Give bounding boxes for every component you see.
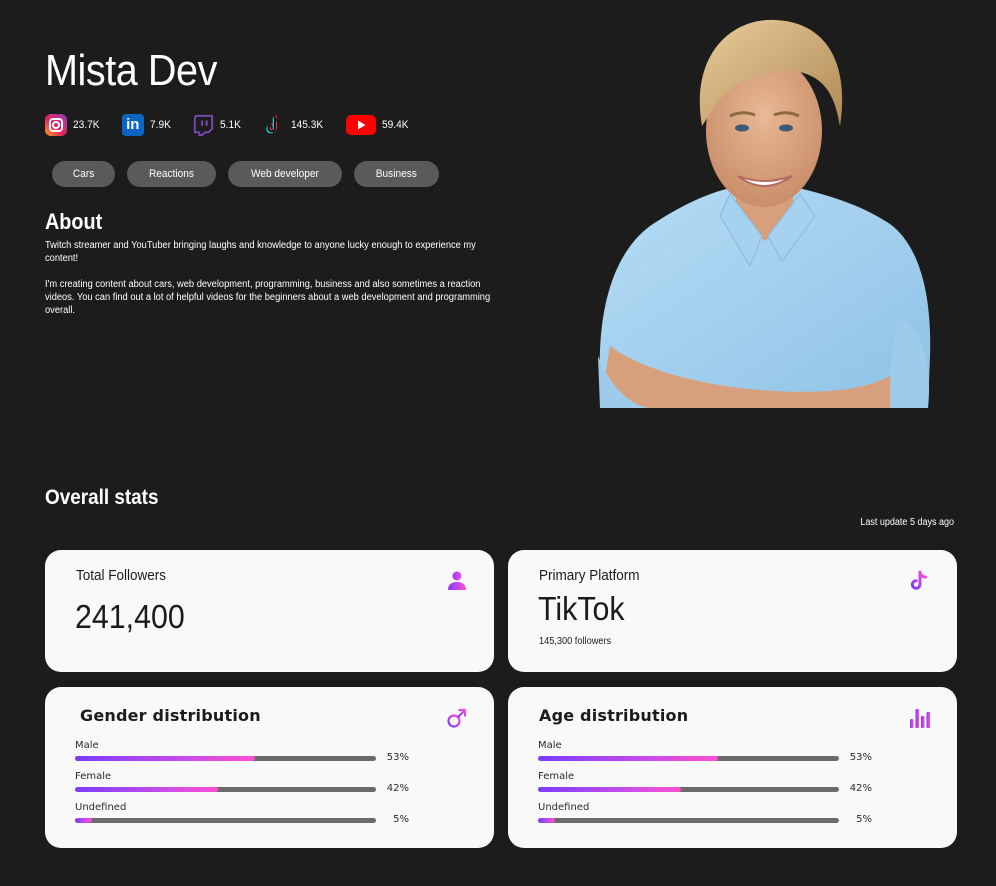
progress-track <box>538 818 839 823</box>
total-followers-value: 241,400 <box>75 598 185 635</box>
gender-rows: Male 53% Female 42% Undefined 5% <box>75 740 415 833</box>
last-update-text: Last update 5 days ago <box>860 517 954 528</box>
about-heading: About <box>45 209 103 234</box>
row-label: Female <box>538 771 575 782</box>
progress-fill <box>75 756 256 761</box>
row-label: Male <box>75 740 99 751</box>
tag-reactions[interactable]: Reactions <box>127 161 217 187</box>
card-title: Gender distribution <box>80 706 261 725</box>
tag-label: Web developer <box>251 168 320 180</box>
progress-track <box>538 756 839 761</box>
progress-track <box>75 756 376 761</box>
youtube-icon <box>345 114 376 136</box>
row-label: Male <box>538 740 562 751</box>
social-twitch[interactable]: 5.1K <box>192 114 243 136</box>
progress-fill <box>75 818 92 823</box>
progress-fill <box>538 818 555 823</box>
row-label: Undefined <box>75 802 127 813</box>
social-count: 145.3K <box>291 119 324 131</box>
progress-fill <box>75 787 218 792</box>
linkedin-icon: in <box>121 114 144 136</box>
row-percent: 53% <box>849 752 872 763</box>
distribution-row: Male 53% <box>538 740 878 771</box>
bar-chart-icon <box>909 707 931 729</box>
tag-label: Cars <box>72 168 95 180</box>
row-percent: 53% <box>386 752 409 763</box>
tag-label: Reactions <box>149 168 195 180</box>
social-count: 23.7K <box>73 119 100 131</box>
age-rows: Male 53% Female 42% Undefined 5% <box>538 740 878 833</box>
row-percent: 5% <box>393 814 409 825</box>
social-stats: 23.7K in 7.9K 5.1K 145.3K 59.4K <box>45 114 431 136</box>
card-label: Primary Platform <box>539 567 640 584</box>
tag-list: Cars Reactions Web developer Business <box>52 161 451 187</box>
tag-web-developer[interactable]: Web developer <box>228 161 342 187</box>
tag-cars[interactable]: Cars <box>52 161 116 187</box>
twitch-icon <box>192 114 214 136</box>
tiktok-icon <box>909 570 931 592</box>
row-percent: 5% <box>856 814 872 825</box>
social-instagram[interactable]: 23.7K <box>45 114 102 136</box>
progress-track <box>75 787 376 792</box>
social-count: 5.1K <box>220 119 242 131</box>
distribution-row: Male 53% <box>75 740 415 771</box>
social-count: 7.9K <box>149 119 171 131</box>
row-percent: 42% <box>849 783 872 794</box>
progress-track <box>75 818 376 823</box>
instagram-icon <box>45 114 67 136</box>
card-title: Age distribution <box>539 706 689 725</box>
tiktok-icon <box>263 114 285 136</box>
row-percent: 42% <box>386 783 409 794</box>
tag-business[interactable]: Business <box>353 161 439 187</box>
stats-heading: Overall stats <box>45 486 159 509</box>
user-icon <box>446 570 468 592</box>
gender-distribution-card: Gender distribution Male 53% Female 42% … <box>45 687 494 848</box>
primary-platform-card: Primary Platform TikTok 145,300 follower… <box>508 550 957 672</box>
profile-name: Mista Dev <box>45 46 217 95</box>
primary-platform-value: TikTok <box>538 590 625 627</box>
about-paragraph: I'm creating content about cars, web dev… <box>45 279 491 316</box>
row-label: Female <box>75 771 112 782</box>
row-label: Undefined <box>538 802 590 813</box>
profile-portrait <box>590 16 932 416</box>
primary-platform-followers: 145,300 followers <box>539 636 612 647</box>
tag-label: Business <box>375 168 417 180</box>
social-youtube[interactable]: 59.4K <box>345 114 411 136</box>
about-paragraph: Twitch streamer and YouTuber bringing la… <box>45 240 476 264</box>
male-symbol-icon <box>446 707 468 729</box>
distribution-row: Undefined 5% <box>538 802 878 833</box>
distribution-row: Female 42% <box>538 771 878 802</box>
social-linkedin[interactable]: in 7.9K <box>121 114 173 136</box>
social-tiktok[interactable]: 145.3K <box>263 114 326 136</box>
social-count: 59.4K <box>381 119 409 131</box>
progress-fill <box>538 787 681 792</box>
about-text: Twitch streamer and YouTuber bringing la… <box>45 239 515 317</box>
progress-fill <box>538 756 719 761</box>
total-followers-card: Total Followers 241,400 <box>45 550 494 672</box>
age-distribution-card: Age distribution Male 53% Female 42% Und… <box>508 687 957 848</box>
card-label: Total Followers <box>76 567 167 584</box>
distribution-row: Female 42% <box>75 771 415 802</box>
progress-track <box>538 787 839 792</box>
distribution-row: Undefined 5% <box>75 802 415 833</box>
